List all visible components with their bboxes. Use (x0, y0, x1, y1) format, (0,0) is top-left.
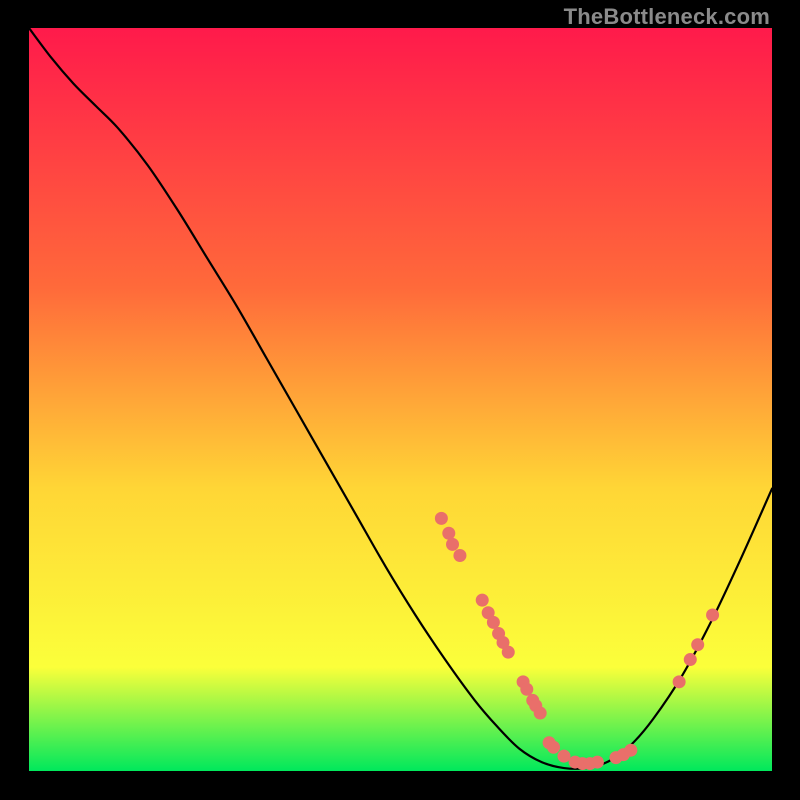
curve-dot (624, 744, 637, 757)
curve-dot (502, 646, 515, 659)
curve-dot (442, 527, 455, 540)
curve-dot (591, 756, 604, 769)
curve-dot (476, 594, 489, 607)
curve-dot (453, 549, 466, 562)
curve-dot (684, 653, 697, 666)
curve-dot (435, 512, 448, 525)
curve-dot (547, 741, 560, 754)
curve-dot (487, 616, 500, 629)
curve-dot (446, 538, 459, 551)
chart-frame (29, 28, 772, 771)
curve-dot (557, 750, 570, 763)
curve-dot (520, 683, 533, 696)
curve-dot (691, 638, 704, 651)
bottleneck-curve-chart (29, 28, 772, 771)
gradient-background (29, 28, 772, 771)
curve-dot (534, 707, 547, 720)
curve-dot (673, 675, 686, 688)
curve-dot (706, 608, 719, 621)
watermark-text: TheBottleneck.com (564, 4, 770, 30)
